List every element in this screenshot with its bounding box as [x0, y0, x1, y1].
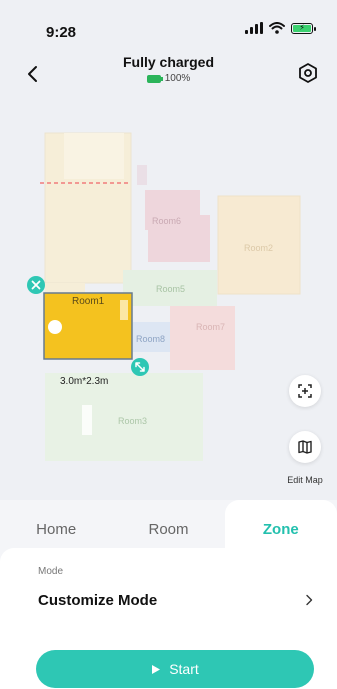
battery-icon: ⚡ [291, 22, 316, 34]
room-label-room8: Room8 [136, 334, 165, 344]
battery-level: 100% [164, 73, 191, 84]
start-label: Start [169, 661, 199, 677]
edit-map-label: Edit Map [287, 475, 323, 485]
floor-map[interactable]: Room6 Room2 Room5 Room7 Room8 Room1 Room… [0, 110, 337, 500]
room-label-room3: Room3 [118, 416, 147, 426]
status-time: 9:28 [46, 24, 77, 41]
start-button[interactable]: Start [36, 650, 314, 688]
status-icons: ⚡ [245, 22, 316, 34]
play-icon [152, 664, 161, 674]
bottom-sheet: Home Room Zone Mode Customize Mode Start [0, 500, 337, 689]
add-zone-button[interactable] [289, 375, 321, 407]
map-icon [298, 440, 312, 454]
room-label-room7: Room7 [196, 322, 225, 332]
chevron-right-icon [306, 594, 313, 606]
edit-map-button[interactable] [289, 431, 321, 463]
room-label-room5: Room5 [156, 284, 185, 294]
mode-label: Mode [38, 566, 64, 577]
wifi-icon [269, 22, 285, 34]
status-bar: 9:28 ⚡ [0, 0, 337, 52]
signal-icon [245, 22, 263, 34]
add-zone-icon [298, 384, 312, 398]
battery-status: 100% [0, 73, 337, 84]
settings-button[interactable] [295, 60, 321, 86]
delete-zone-button[interactable] [27, 276, 45, 294]
room-label-room6: Room6 [152, 216, 181, 226]
mode-value: Customize Mode [38, 591, 158, 609]
title-block: Fully charged 100% [0, 54, 337, 84]
room-label-room2: Room2 [244, 243, 273, 253]
resize-zone-button[interactable] [131, 358, 149, 376]
settings-hexagon-icon [299, 63, 317, 83]
header: Fully charged 100% [0, 52, 337, 102]
room-label-room1: Room1 [72, 296, 105, 307]
page-title: Fully charged [122, 54, 215, 70]
battery-small-icon [146, 74, 163, 83]
zone-size-label: 3.0m*2.3m [60, 376, 108, 387]
mode-selector[interactable]: Customize Mode [38, 588, 313, 612]
